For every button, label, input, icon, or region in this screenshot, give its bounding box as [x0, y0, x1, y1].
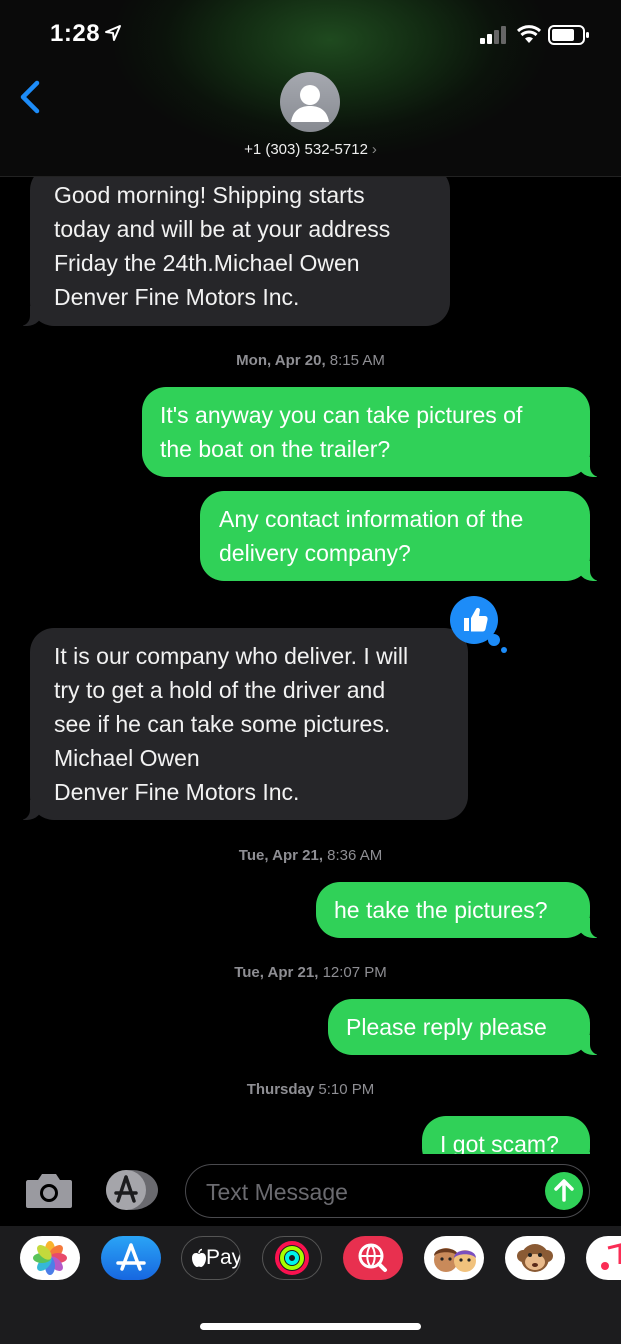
message-line: the boat on the trailer? [160, 436, 391, 462]
apple-pay-label: Pay [206, 1246, 241, 1269]
animoji-monkey-icon [517, 1244, 553, 1272]
web-images-icon [358, 1243, 387, 1272]
message-bubble-sent[interactable]: It's anyway you can take pictures of the… [142, 387, 604, 477]
tapback-tail [488, 634, 500, 646]
message-input-field[interactable] [185, 1164, 590, 1218]
message-line: try to get a hold of the driver and [54, 677, 386, 703]
message-line: he take the pictures? [334, 897, 548, 923]
timestamp-time: 8:36 AM [327, 847, 383, 864]
chevron-right-icon: › [371, 141, 377, 158]
activity-app[interactable] [262, 1236, 322, 1280]
photos-app[interactable] [20, 1236, 80, 1280]
cellular-signal-icon [480, 26, 506, 44]
images-search-app[interactable] [343, 1236, 403, 1280]
timestamp: Tue, Apr 21, 8:36 AM [0, 847, 621, 864]
message-line: Any contact information of the [219, 506, 524, 532]
timestamp-day: Mon, Apr 20, [236, 352, 326, 369]
animoji-app[interactable] [505, 1236, 565, 1280]
app-store-icon [116, 1243, 146, 1271]
timestamp: Tue, Apr 21, 12:07 PM [0, 964, 621, 981]
status-time: 1:28 [50, 20, 101, 47]
activity-icon [275, 1241, 309, 1275]
music-app[interactable] [586, 1236, 621, 1280]
message-thread[interactable]: Good morning! Shipping starts today and … [0, 176, 621, 1154]
photos-icon [33, 1241, 67, 1275]
camera-icon[interactable] [24, 1170, 74, 1210]
message-bubble-sent[interactable]: Any contact information of the delivery … [200, 491, 604, 581]
contact-name[interactable]: +1 (303) 532-5712 › [0, 141, 621, 158]
person-icon [291, 85, 329, 122]
timestamp-time: 12:07 PM [322, 964, 387, 981]
message-line: Please reply please [346, 1014, 547, 1040]
timestamp-day: Tue, Apr 21, [238, 847, 323, 864]
message-line: delivery company? [219, 540, 411, 566]
timestamp: Thursday 5:10 PM [0, 1081, 621, 1098]
app-store-button-icon [106, 1170, 158, 1210]
message-input[interactable] [204, 1173, 528, 1211]
message-line: Friday the 24th.Michael Owen [54, 250, 360, 276]
tapback-reaction[interactable] [450, 596, 507, 653]
timestamp-day: Tue, Apr 21, [234, 964, 319, 981]
message-bubble-received[interactable]: It is our company who deliver. I will tr… [16, 628, 468, 820]
timestamp: Mon, Apr 20, 8:15 AM [0, 352, 621, 369]
send-button[interactable] [545, 1172, 583, 1210]
arrow-up-icon [554, 1179, 574, 1202]
contact-phone: +1 (303) 532-5712 [244, 141, 368, 158]
message-line: see if he can take some pictures. [54, 711, 391, 737]
apps-button[interactable] [104, 1169, 158, 1210]
home-indicator[interactable] [200, 1323, 421, 1330]
message-bubble-received[interactable]: Good morning! Shipping starts today and … [16, 176, 450, 326]
location-arrow-icon [105, 25, 121, 41]
message-line: It is our company who deliver. I will [54, 643, 409, 669]
message-line: today and will be at your address [54, 216, 391, 242]
battery-icon [548, 25, 589, 45]
message-line: It's anyway you can take pictures of [160, 402, 523, 428]
message-bubble-sent[interactable]: Please reply please [328, 999, 604, 1055]
message-line: Michael Owen [54, 745, 200, 771]
memoji-app[interactable] [424, 1236, 484, 1280]
music-icon [601, 1243, 621, 1270]
timestamp-time: 5:10 PM [318, 1081, 375, 1098]
tapback-tail [501, 647, 507, 653]
apple-pay-app[interactable]: Pay [181, 1236, 241, 1280]
conversation-header: 1:28 +1 (303) 532-5712 › [0, 0, 621, 177]
back-chevron-icon[interactable] [18, 80, 42, 114]
message-bubble-sent[interactable]: I got scam? [422, 1116, 604, 1154]
timestamp-time: 8:15 AM [329, 352, 385, 369]
compose-bar [0, 1154, 621, 1226]
message-line: Good morning! Shipping starts [54, 182, 365, 208]
wifi-icon [516, 25, 542, 43]
message-bubble-sent[interactable]: he take the pictures? [316, 882, 604, 938]
message-line: I got scam? [440, 1131, 559, 1154]
timestamp-day: Thursday [246, 1081, 315, 1098]
memoji-icon [434, 1248, 476, 1272]
message-line: Denver Fine Motors Inc. [54, 779, 300, 805]
message-line: Denver Fine Motors Inc. [54, 284, 300, 310]
contact-avatar[interactable] [280, 72, 340, 132]
app-store-app[interactable] [101, 1236, 161, 1280]
